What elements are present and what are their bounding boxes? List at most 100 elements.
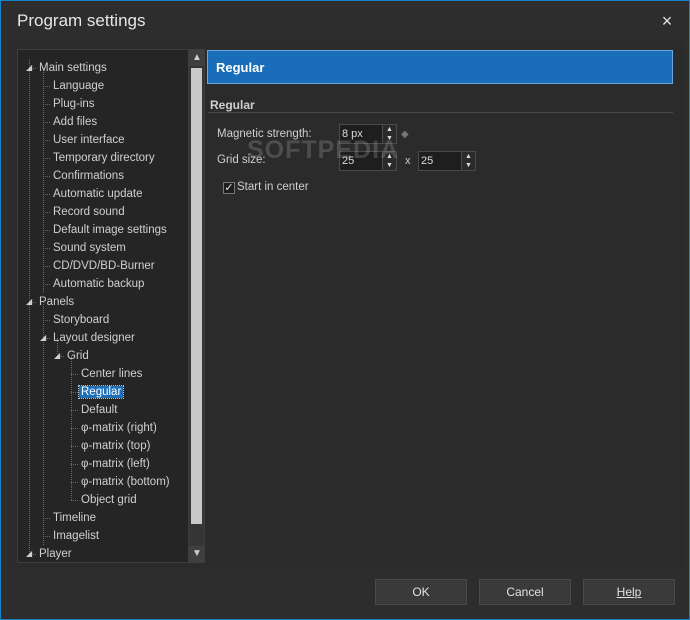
tree-item[interactable]: Object grid xyxy=(79,491,139,509)
tree-item-label: Record sound xyxy=(53,206,125,218)
scroll-up-icon[interactable]: ▲ xyxy=(189,50,204,66)
tree-expander-icon[interactable]: ◢ xyxy=(26,545,32,562)
tree-connector xyxy=(43,140,50,141)
tree-connector xyxy=(43,536,50,537)
spin-up-icon[interactable]: ▲ xyxy=(383,125,396,134)
settings-tree[interactable]: ◢ Main settings Language Plug-ins Add files U… xyxy=(17,49,205,563)
tree-connector xyxy=(43,248,50,249)
start-in-center-label[interactable]: Start in center xyxy=(237,181,309,193)
tree-item[interactable]: Record sound xyxy=(51,203,127,221)
tree-scrollbar[interactable]: ▲ ▼ xyxy=(188,50,204,562)
magnetic-strength-value[interactable]: 8 px xyxy=(342,128,363,140)
tree-item[interactable]: Temporary directory xyxy=(51,149,157,167)
spin-up-icon[interactable]: ▲ xyxy=(462,152,475,161)
tree-expander-icon[interactable]: ◢ xyxy=(54,347,60,365)
tree-item-label: Regular xyxy=(77,385,125,399)
tree-item-label: Default xyxy=(81,404,118,416)
tree-item-label: φ-matrix (bottom) xyxy=(81,476,170,488)
tree-item[interactable]: φ-matrix (bottom) xyxy=(79,473,172,491)
tree-item-label: Grid xyxy=(67,350,89,362)
magnetic-strength-label: Magnetic strength: xyxy=(217,128,312,140)
tree-item[interactable]: ◢ Panels xyxy=(26,293,76,311)
tree-connector xyxy=(71,500,78,501)
grid-width-value[interactable]: 25 xyxy=(342,155,354,167)
tree-expander-icon[interactable]: ◢ xyxy=(40,329,46,347)
tree-item-label: Center lines xyxy=(81,368,143,380)
tree-item-label: φ-matrix (top) xyxy=(81,440,151,452)
grid-width-stepper[interactable]: 25 ▲ ▼ xyxy=(339,151,397,171)
tree-connector xyxy=(43,86,50,87)
tree-item-label: CD/DVD/BD-Burner xyxy=(53,260,155,272)
window-title: Program settings xyxy=(17,11,146,30)
tree-item[interactable]: Storyboard xyxy=(51,311,111,329)
tree-item[interactable]: Automatic update xyxy=(51,185,145,203)
grid-height-stepper[interactable]: 25 ▲ ▼ xyxy=(418,151,476,171)
tree-connector xyxy=(43,212,50,213)
spin-down-icon[interactable]: ▼ xyxy=(383,161,396,170)
tree-item[interactable]: Automatic backup xyxy=(51,275,146,293)
tree-connector xyxy=(71,428,78,429)
tree-item[interactable]: φ-matrix (left) xyxy=(79,455,152,473)
tree-item[interactable]: Default xyxy=(79,401,119,419)
tree-item[interactable]: Confirmations xyxy=(51,167,126,185)
tree-item-label: Imagelist xyxy=(53,530,100,542)
tree-expander-icon[interactable]: ◢ xyxy=(26,293,32,311)
tree-item-label: Plug-ins xyxy=(53,98,95,110)
spin-down-icon[interactable]: ▼ xyxy=(462,161,475,170)
close-icon[interactable]: × xyxy=(655,9,679,33)
tree-connector xyxy=(43,284,50,285)
spin-up-icon[interactable]: ▲ xyxy=(383,152,396,161)
tree-item[interactable]: Sound system xyxy=(51,239,128,257)
link-icon: ◆ xyxy=(401,129,409,140)
tree-item[interactable]: ◢ Layout designer xyxy=(40,329,137,347)
tree-connector xyxy=(71,482,78,483)
tree-item[interactable]: Plug-ins xyxy=(51,95,97,113)
help-button[interactable]: Help xyxy=(583,579,675,605)
tree-item[interactable]: Timeline xyxy=(51,509,98,527)
tree-item[interactable]: Language xyxy=(51,77,106,95)
start-in-center-checkbox[interactable]: ✓ xyxy=(223,182,235,194)
tree-list: ◢ Main settings Language Plug-ins Add files U… xyxy=(18,50,188,562)
tree-item-label: φ-matrix (left) xyxy=(81,458,150,470)
tree-item[interactable]: Imagelist xyxy=(51,527,101,545)
tree-item[interactable]: ◢ Grid xyxy=(54,347,91,365)
cancel-button[interactable]: Cancel xyxy=(479,579,571,605)
tree-connector xyxy=(43,518,50,519)
tree-item-label: Player xyxy=(39,548,72,560)
grid-size-separator: x xyxy=(405,155,411,167)
tree-item-label: Main settings xyxy=(39,62,107,74)
tree-item-label: Sound system xyxy=(53,242,126,254)
tree-connector xyxy=(71,392,78,393)
tree-connector xyxy=(43,320,50,321)
section-divider xyxy=(208,112,673,113)
tree-item[interactable]: ◢ Main settings xyxy=(26,59,109,77)
tree-item[interactable]: ◢ Player xyxy=(26,545,74,562)
grid-height-value[interactable]: 25 xyxy=(421,155,433,167)
tree-connector xyxy=(43,176,50,177)
tree-item[interactable]: φ-matrix (top) xyxy=(79,437,152,455)
tree-connector xyxy=(43,104,50,105)
tree-item[interactable]: Add files xyxy=(51,113,99,131)
scroll-down-icon[interactable]: ▼ xyxy=(189,546,204,562)
tree-item[interactable]: Default image settings xyxy=(51,221,169,239)
magnetic-strength-stepper[interactable]: 8 px ▲ ▼ xyxy=(339,124,397,144)
ok-button[interactable]: OK xyxy=(375,579,467,605)
tree-item-label: Add files xyxy=(53,116,98,128)
tree-item-label: Automatic backup xyxy=(53,278,145,290)
settings-content: ◢ Main settings Language Plug-ins Add files U… xyxy=(9,41,683,569)
tree-item[interactable]: CD/DVD/BD-Burner xyxy=(51,257,157,275)
tree-connector xyxy=(43,68,44,293)
scroll-thumb[interactable] xyxy=(191,68,202,524)
tree-item-label: φ-matrix (right) xyxy=(81,422,157,434)
spin-down-icon[interactable]: ▼ xyxy=(383,134,396,143)
tree-item[interactable]: User interface xyxy=(51,131,127,149)
tree-item-label: Object grid xyxy=(81,494,137,506)
tree-item[interactable]: φ-matrix (right) xyxy=(79,419,159,437)
tree-item-label: Language xyxy=(53,80,105,92)
tree-item-label: Layout designer xyxy=(53,332,135,344)
tree-connector xyxy=(71,374,78,375)
tree-item-label: User interface xyxy=(53,134,125,146)
tree-item[interactable]: Regular xyxy=(77,383,125,401)
tree-expander-icon[interactable]: ◢ xyxy=(26,59,32,77)
tree-item[interactable]: Center lines xyxy=(79,365,144,383)
